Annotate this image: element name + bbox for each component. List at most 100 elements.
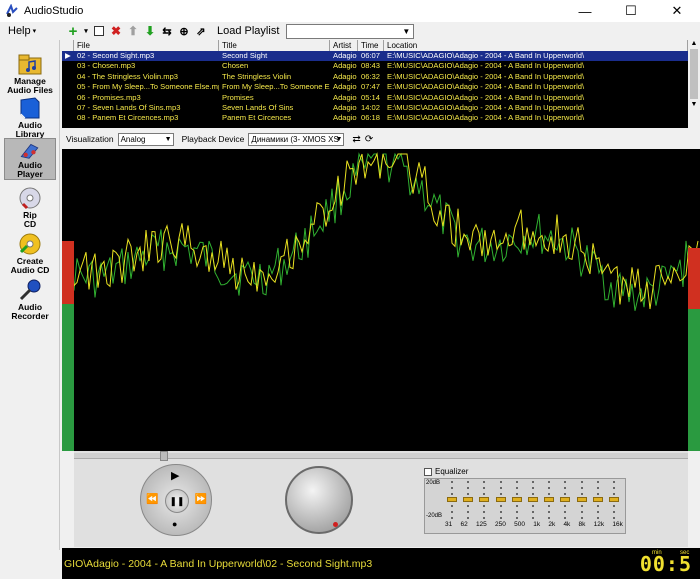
maximize-button[interactable]: ☐ (608, 0, 654, 22)
eq-tick (564, 511, 567, 513)
playlist-toolbar: + ▾ ✖ ⬆ ⬇ ⇆ ⊕ ⇗ Load Playlist ▼ (62, 22, 700, 40)
eq-slider[interactable] (463, 481, 474, 519)
eq-slider[interactable] (592, 481, 603, 519)
cell-time: 06:18 (361, 113, 381, 123)
cell-artist: Adagio (333, 82, 357, 92)
eq-slider-handle[interactable] (592, 497, 603, 502)
device-settings-icon[interactable]: ⇄ (352, 134, 360, 145)
chevron-down-icon[interactable]: ▾ (83, 24, 89, 38)
playlist-scrollbar[interactable]: ▲ ▼ (688, 40, 700, 128)
visualization-select[interactable]: Analog ▼ (117, 132, 174, 146)
eq-slider-handle[interactable] (528, 497, 538, 502)
sidebar-item-create-audio-cd[interactable]: Create Audio CD (4, 230, 56, 278)
knob-indicator-icon (333, 522, 338, 527)
eq-tick (483, 505, 486, 507)
eq-tick (451, 517, 453, 519)
column-location[interactable]: Location (384, 40, 688, 51)
eq-sliders (447, 481, 619, 519)
eq-slider[interactable] (511, 481, 522, 519)
music-folder-icon (18, 54, 42, 75)
move-up-icon[interactable]: ⬆ (126, 24, 140, 38)
pause-button[interactable]: ❚❚ (165, 489, 189, 513)
eq-slider[interactable] (495, 481, 506, 519)
minimize-button[interactable]: — (562, 0, 608, 22)
table-row[interactable]: 03 - Chosen.mp3 Chosen Adagio 08:43 E:\M… (62, 61, 688, 71)
eq-slider-handle[interactable] (609, 497, 619, 502)
load-playlist-label: Load Playlist (217, 25, 280, 37)
delete-icon[interactable]: ✖ (109, 24, 123, 38)
sidebar-item-audio-player[interactable]: Audio Player (4, 138, 56, 180)
volume-knob[interactable] (285, 466, 353, 534)
seek-bar[interactable] (74, 451, 688, 461)
eq-slider[interactable] (544, 481, 555, 519)
eq-tick (532, 517, 534, 519)
eq-tick (515, 517, 518, 519)
eq-slider-handle[interactable] (447, 497, 457, 502)
cell-file: 07 - Seven Lands Of Sins.mp3 (77, 102, 181, 112)
eq-top-label: 20dB (426, 480, 441, 486)
refresh-icon[interactable]: ⟳ (365, 134, 373, 145)
sidebar-item-manage-audio-files[interactable]: Manage Audio Files (4, 50, 56, 98)
scroll-down-icon[interactable]: ▼ (688, 101, 700, 108)
eq-slider-handle[interactable] (560, 497, 571, 502)
column-time[interactable]: Time (358, 40, 384, 51)
sidebar-item-audio-recorder[interactable]: Audio Recorder (4, 276, 56, 324)
forward-button[interactable]: ⏩ (195, 494, 207, 505)
add-icon[interactable]: + (66, 23, 80, 40)
shuffle-icon[interactable]: ⇆ (160, 24, 174, 38)
table-row[interactable]: ▶ 02 - Second Sight.mp3 Second Sight Ada… (62, 51, 688, 62)
eq-tick (564, 517, 567, 519)
scroll-thumb[interactable] (690, 49, 698, 99)
rewind-button[interactable]: ⏪ (146, 494, 158, 505)
cell-location: E:\MUSIC\ADAGIO\Adagio - 2004 - A Band I… (387, 61, 585, 71)
eq-slider-handle[interactable] (463, 497, 474, 502)
table-row[interactable]: 06 - Promises.mp3 Promises Adagio 05:14 … (62, 93, 688, 103)
table-row[interactable]: 04 - The Stringless Violin.mp3 The Strin… (62, 72, 688, 82)
visualization-label: Visualization (66, 134, 114, 144)
eq-tick (467, 505, 470, 507)
sidebar-item-rip-cd[interactable]: Rip CD (4, 184, 56, 232)
eq-slider-handle[interactable] (511, 497, 522, 502)
eq-slider-handle[interactable] (576, 497, 587, 502)
eq-tick (596, 505, 599, 507)
playback-device-select[interactable]: Динамики (3- XMOS XS ▼ (248, 132, 345, 146)
stop-button[interactable]: ● (172, 519, 177, 529)
eq-slider[interactable] (447, 481, 457, 519)
eq-slider[interactable] (576, 481, 587, 519)
search-icon[interactable]: ⊕ (177, 24, 191, 38)
eq-slider[interactable] (560, 481, 571, 519)
table-row[interactable]: 05 - From My Sleep...To Someone Else.mp3… (62, 82, 688, 92)
new-icon[interactable] (92, 24, 106, 38)
table-row[interactable]: 08 - Panem Et Circences.mp3 Panem Et Cir… (62, 113, 688, 123)
column-file[interactable]: File (74, 40, 219, 51)
now-playing-path: GIO\Adagio - 2004 - A Band In Upperworld… (62, 548, 700, 579)
menu-help[interactable]: Help (8, 25, 31, 37)
column-artist[interactable]: Artist (330, 40, 358, 51)
eq-tick (483, 487, 486, 489)
eq-slider[interactable] (609, 481, 619, 519)
eq-slider[interactable] (479, 481, 490, 519)
cell-title: Chosen (222, 61, 249, 71)
move-down-icon[interactable]: ⬇ (143, 24, 157, 38)
cell-location: E:\MUSIC\ADAGIO\Adagio - 2004 - A Band I… (387, 113, 585, 123)
visualization-value: Analog (120, 134, 146, 144)
scroll-up-icon[interactable]: ▲ (688, 40, 700, 47)
eq-slider-handle[interactable] (544, 497, 555, 502)
cell-file: 06 - Promises.mp3 (77, 92, 141, 102)
eq-slider[interactable] (528, 481, 538, 519)
cell-location: E:\MUSIC\ADAGIO\Adagio - 2004 - A Band I… (387, 92, 585, 102)
export-icon[interactable]: ⇗ (194, 24, 208, 38)
sidebar-item-audio-library[interactable]: Audio Library (4, 94, 56, 142)
sidebar: Manage Audio Files Audio Library Audio P… (0, 40, 60, 550)
equalizer-checkbox[interactable] (424, 467, 432, 476)
eq-slider-handle[interactable] (495, 497, 506, 502)
title-bar: AudioStudio — ☐ ✕ (0, 0, 700, 22)
column-title[interactable]: Title (219, 40, 330, 51)
playlist-select[interactable]: ▼ (286, 23, 415, 39)
play-button[interactable]: ▶ (171, 469, 179, 482)
eq-slider-handle[interactable] (479, 497, 490, 502)
cell-file: 08 - Panem Et Circences.mp3 (77, 113, 179, 123)
seek-thumb[interactable] (160, 451, 168, 461)
close-button[interactable]: ✕ (654, 0, 700, 22)
table-row[interactable]: 07 - Seven Lands Of Sins.mp3 Seven Lands… (62, 103, 688, 113)
